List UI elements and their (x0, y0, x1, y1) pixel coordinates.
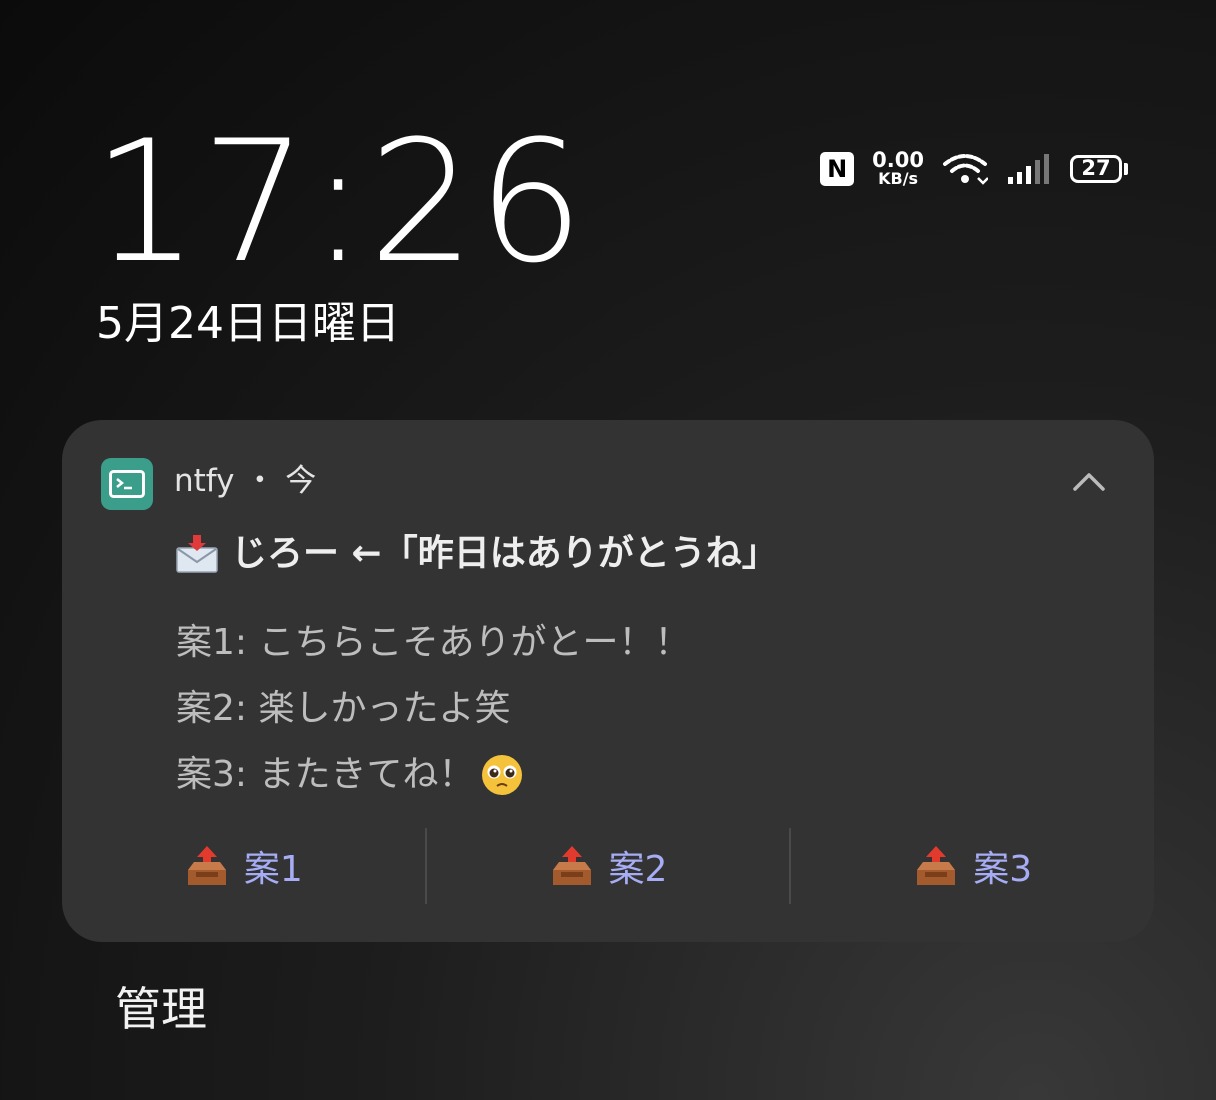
action-label: 案2 (608, 849, 668, 890)
battery-icon: 27 (1070, 154, 1128, 183)
pleading-face-icon (482, 755, 523, 795)
manage-button[interactable]: 管理 (115, 986, 207, 1032)
lockscreen-date: 5月24日日曜日 (96, 298, 400, 349)
notification-header: ntfy ・ 今 (174, 466, 316, 497)
notification-actions: 案1 案2 案3 (62, 826, 1154, 906)
notification-body: 案1: こちらこそありがとー！！ 案2: 楽しかったよ笑 案3: またきてね！ (176, 610, 690, 808)
network-speed: 0.00 KB/s (872, 150, 924, 187)
header-separator: ・ (244, 463, 276, 499)
ntfy-app-icon (101, 458, 153, 510)
action-label: 案3 (973, 849, 1033, 890)
body-line-text: 案3: またきてね！ (176, 754, 475, 795)
action-label: 案1 (243, 849, 303, 890)
outbox-tray-icon (552, 846, 591, 885)
app-name: ntfy (174, 463, 235, 499)
network-speed-value: 0.00 (872, 148, 924, 172)
incoming-envelope-icon (176, 535, 218, 573)
signal-icon (1008, 153, 1049, 184)
notification-title-text: じろー ←「昨日はありがとうね」 (231, 533, 778, 574)
action-button-3[interactable]: 案3 (791, 826, 1154, 906)
status-bar: N 0.00 KB/s 27 (820, 150, 1128, 187)
body-line: 案3: またきてね！ (176, 742, 690, 808)
notification-title: じろー ←「昨日はありがとうね」 (175, 534, 778, 574)
outbox-tray-icon (917, 846, 956, 885)
body-line: 案2: 楽しかったよ笑 (176, 688, 511, 729)
notification-card[interactable]: ntfy ・ 今 じろー ←「昨日はありがとうね」 案1: こちらこそありがとー… (62, 420, 1154, 942)
action-button-2[interactable]: 案2 (427, 826, 790, 906)
wifi-icon (943, 153, 988, 185)
outbox-tray-icon (187, 846, 226, 885)
battery-level: 27 (1081, 156, 1111, 180)
nfc-icon: N (820, 151, 855, 186)
network-speed-unit: KB/s (878, 169, 919, 188)
body-line: 案1: こちらこそありがとー！！ (176, 622, 691, 663)
chevron-up-icon[interactable] (1072, 470, 1106, 492)
notification-time: 今 (285, 463, 317, 499)
lockscreen-clock: 17:26 (92, 104, 587, 300)
action-button-1[interactable]: 案1 (62, 826, 425, 906)
